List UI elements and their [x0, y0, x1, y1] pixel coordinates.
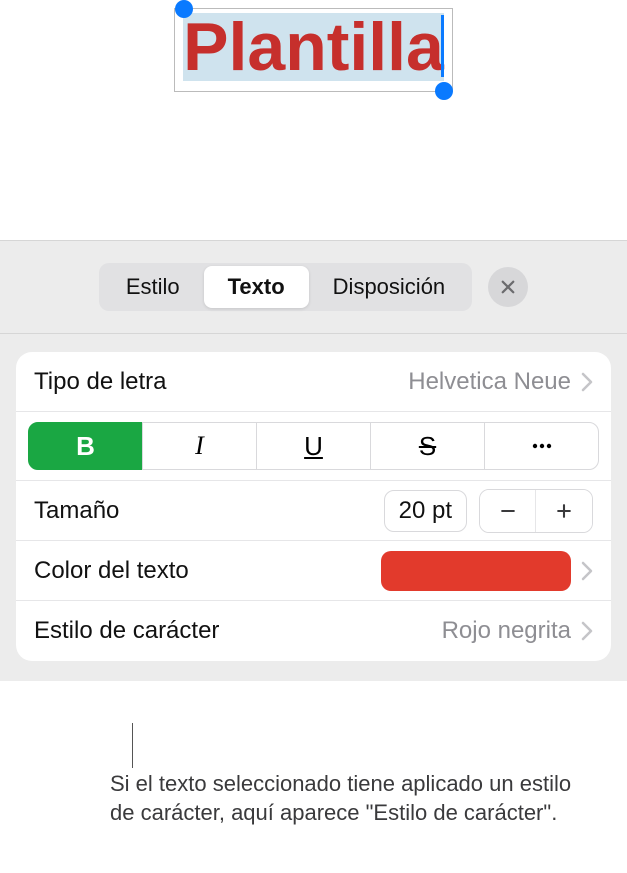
- minus-icon: [498, 501, 518, 521]
- text-color-row[interactable]: Color del texto: [16, 541, 611, 601]
- text-color-label: Color del texto: [34, 557, 381, 585]
- tab-layout[interactable]: Disposición: [309, 266, 470, 308]
- character-style-row[interactable]: Estilo de carácter Rojo negrita: [16, 601, 611, 661]
- text-caret: [441, 15, 444, 77]
- close-icon: [499, 278, 517, 296]
- format-card: Tipo de letra Helvetica Neue B I U S Tam…: [16, 352, 611, 661]
- format-panel: Estilo Texto Disposición Tipo de letra H…: [0, 240, 627, 681]
- more-icon: [530, 434, 554, 458]
- plus-icon: [554, 501, 574, 521]
- tab-row: Estilo Texto Disposición: [0, 263, 627, 333]
- chevron-right-icon: [581, 561, 593, 581]
- tab-style[interactable]: Estilo: [102, 266, 204, 308]
- callout-leader-line: [132, 723, 133, 768]
- font-value: Helvetica Neue: [408, 368, 571, 396]
- chevron-right-icon: [581, 372, 593, 392]
- selection-handle-bottom-right[interactable]: [435, 82, 453, 100]
- character-style-label: Estilo de carácter: [34, 617, 442, 645]
- chevron-right-icon: [581, 621, 593, 641]
- bold-button[interactable]: B: [28, 422, 143, 470]
- italic-button[interactable]: I: [142, 422, 257, 470]
- tab-text[interactable]: Texto: [204, 266, 309, 308]
- panel-body: Tipo de letra Helvetica Neue B I U S Tam…: [0, 333, 627, 681]
- canvas-area: Plantilla: [0, 0, 627, 240]
- selected-text[interactable]: Plantilla: [183, 9, 444, 85]
- size-stepper: [479, 489, 593, 533]
- size-label: Tamaño: [34, 497, 384, 525]
- segmented-control: Estilo Texto Disposición: [99, 263, 472, 311]
- selected-text-highlight: Plantilla: [183, 13, 444, 81]
- size-decrease-button[interactable]: [480, 490, 536, 532]
- text-box-selection[interactable]: Plantilla: [174, 8, 453, 92]
- font-label: Tipo de letra: [34, 368, 408, 396]
- font-row[interactable]: Tipo de letra Helvetica Neue: [16, 352, 611, 412]
- style-buttons-row: B I U S: [16, 412, 611, 481]
- size-value[interactable]: 20 pt: [384, 490, 467, 532]
- underline-button[interactable]: U: [256, 422, 371, 470]
- color-swatch[interactable]: [381, 551, 571, 591]
- selection-handle-top-left[interactable]: [175, 0, 193, 18]
- size-row: Tamaño 20 pt: [16, 481, 611, 541]
- strikethrough-button[interactable]: S: [370, 422, 485, 470]
- size-increase-button[interactable]: [536, 490, 592, 532]
- character-style-value: Rojo negrita: [442, 617, 571, 645]
- callout-text: Si el texto seleccionado tiene aplicado …: [110, 770, 587, 827]
- close-button[interactable]: [488, 267, 528, 307]
- more-styles-button[interactable]: [484, 422, 599, 470]
